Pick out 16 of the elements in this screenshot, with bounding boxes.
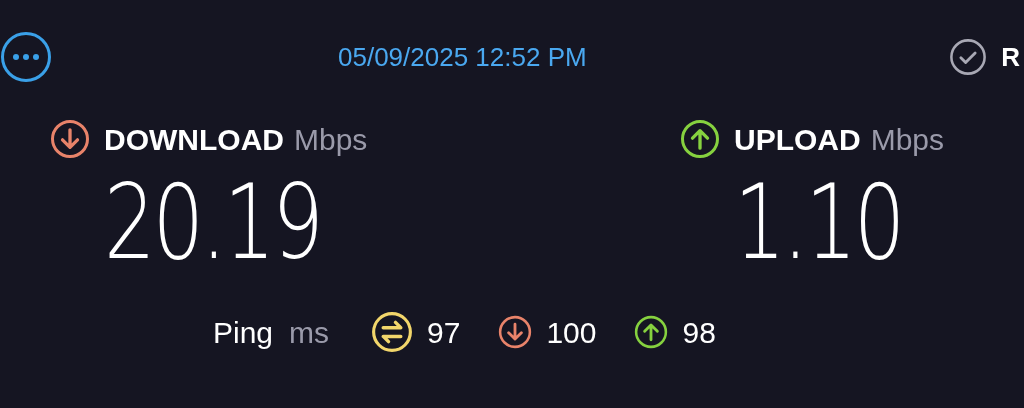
- ping-value: 98: [682, 314, 716, 351]
- metric-value: 1.10: [734, 170, 903, 274]
- ping-label: Ping: [213, 314, 274, 351]
- ping-unit: ms: [289, 314, 330, 351]
- metric-unit: Mbps: [294, 121, 368, 158]
- test-date-time: 05/09/2025 12:52 PM: [338, 40, 587, 74]
- metric-unit: Mbps: [870, 121, 945, 158]
- ping-value: 100: [546, 314, 597, 351]
- checkmark-icon: [949, 38, 988, 76]
- two-way-arrows-icon: [371, 311, 414, 353]
- metric-value: 20.19: [104, 170, 322, 274]
- more-button[interactable]: [1, 32, 51, 82]
- ping-value: 97: [427, 314, 461, 351]
- result-label: R: [1001, 40, 1020, 74]
- metric-label: UPLOAD: [734, 121, 861, 158]
- metric-label: DOWNLOAD: [104, 121, 284, 158]
